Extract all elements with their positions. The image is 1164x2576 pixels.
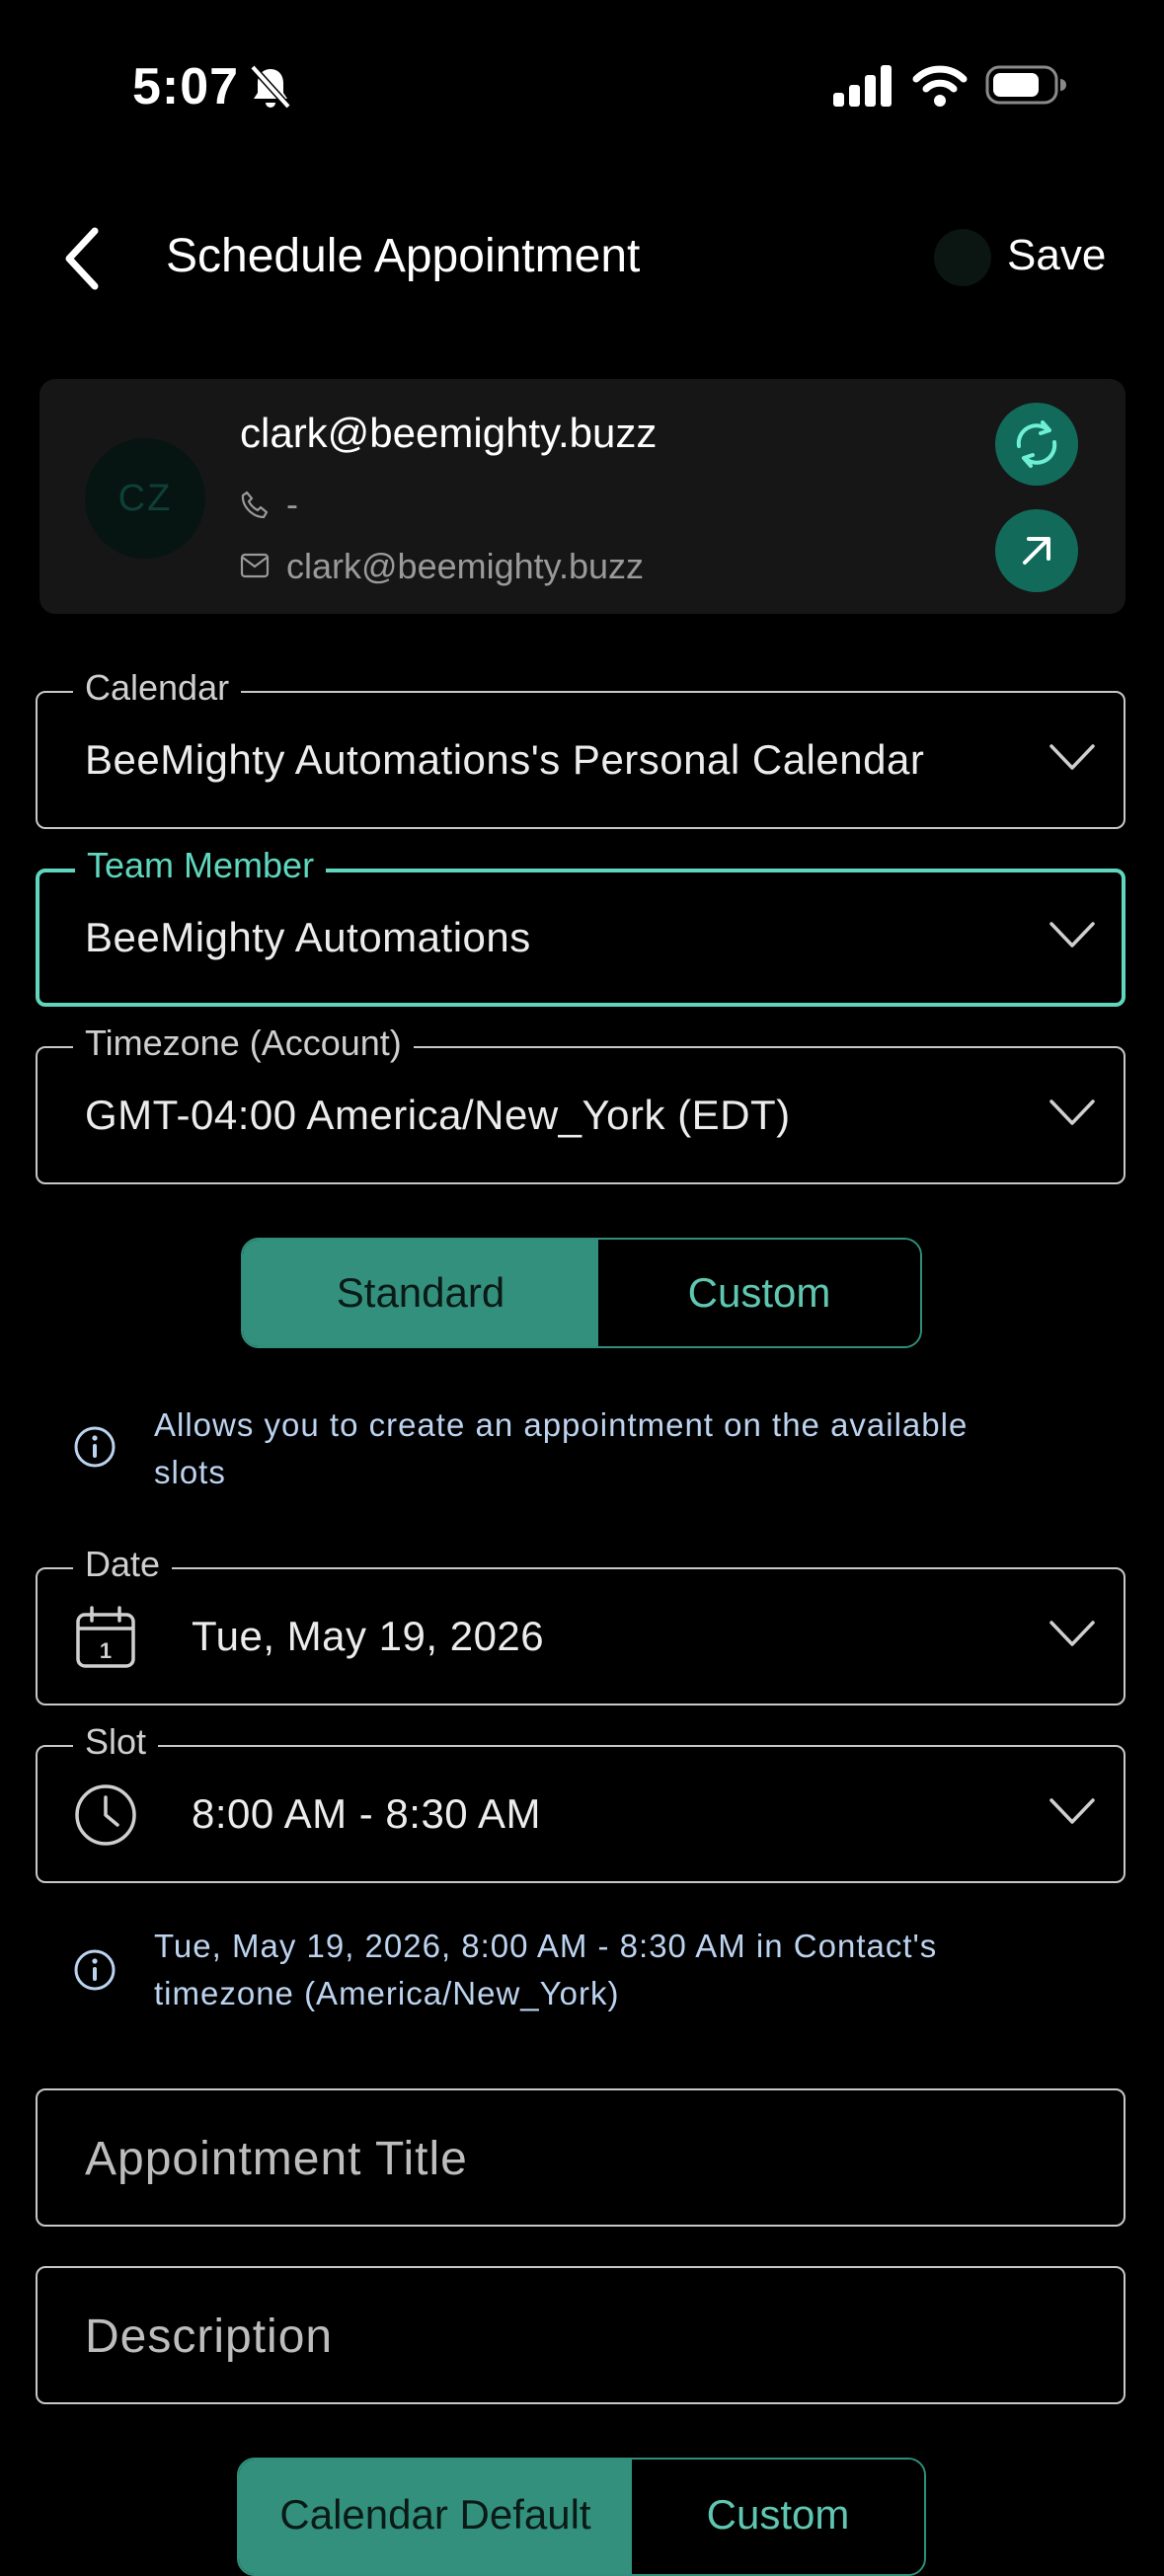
chevron-down-icon xyxy=(1049,1621,1095,1646)
contact-phone: - xyxy=(286,484,298,524)
clock-icon xyxy=(75,1784,136,1846)
team-member-label: Team Member xyxy=(75,845,327,886)
timezone-value: GMT-04:00 America/New_York (EDT) xyxy=(85,1092,791,1138)
slot-select[interactable]: Slot 8:00 AM - 8:30 AM xyxy=(36,1721,1125,1883)
chevron-down-icon xyxy=(1049,1099,1095,1125)
description-input[interactable]: Description xyxy=(36,2266,1125,2404)
chevron-left-icon xyxy=(65,227,99,290)
avatar: CZ xyxy=(85,438,205,559)
date-label: Date xyxy=(73,1544,173,1585)
contact-email: clark@beemighty.buzz xyxy=(286,546,645,586)
booking-mode-toggle: Standard Custom xyxy=(241,1238,922,1348)
wifi-icon xyxy=(912,65,968,107)
team-member-select[interactable]: Team Member BeeMighty Automations xyxy=(36,845,1125,1007)
page-title: Schedule Appointment xyxy=(166,230,641,282)
slot-info-line1: Tue, May 19, 2026, 8:00 AM - 8:30 AM in … xyxy=(154,1928,938,1964)
team-member-value: BeeMighty Automations xyxy=(85,914,531,960)
description-placeholder: Description xyxy=(85,2311,334,2363)
status-time: 5:07 xyxy=(132,58,240,115)
appointment-title-placeholder: Appointment Title xyxy=(85,2133,468,2185)
contact-name: clark@beemighty.buzz xyxy=(240,410,658,456)
timezone-label: Timezone (Account) xyxy=(73,1023,414,1064)
silent-bell-icon xyxy=(250,64,291,110)
date-value: Tue, May 19, 2026 xyxy=(192,1613,545,1659)
chevron-down-icon xyxy=(1049,922,1095,947)
open-contact-button[interactable] xyxy=(995,509,1078,592)
calendar-value: BeeMighty Automations's Personal Calenda… xyxy=(85,736,925,783)
calendar-icon-day: 1 xyxy=(100,1638,112,1663)
calendar-icon: 1 xyxy=(76,1606,135,1668)
sync-contact-button[interactable] xyxy=(995,403,1078,486)
mode-info-text: Allows you to create an appointment on t… xyxy=(154,1402,968,1496)
date-picker[interactable]: Date 1 Tue, May 19, 2026 xyxy=(36,1544,1125,1705)
slot-info-text: Tue, May 19, 2026, 8:00 AM - 8:30 AM in … xyxy=(154,1923,937,2017)
mail-icon xyxy=(240,553,270,578)
location-mode-toggle: Calendar Default Custom xyxy=(237,2458,926,2576)
info-icon xyxy=(74,1426,116,1468)
slot-info-line2: timezone (America/New_York) xyxy=(154,1975,620,2011)
refresh-icon xyxy=(1016,420,1057,468)
slot-label: Slot xyxy=(73,1721,159,1763)
phone-icon xyxy=(241,491,269,519)
calendar-label: Calendar xyxy=(73,667,242,709)
battery-icon xyxy=(985,65,1066,105)
save-toggle[interactable] xyxy=(934,229,991,286)
mode-info-line1: Allows you to create an appointment on t… xyxy=(154,1406,969,1443)
chevron-down-icon xyxy=(1049,1798,1095,1824)
mode-info-line2: slots xyxy=(154,1454,226,1490)
standard-mode-option[interactable]: Standard xyxy=(243,1240,598,1346)
info-icon xyxy=(74,1949,116,1991)
calendar-default-option[interactable]: Calendar Default xyxy=(239,2460,632,2574)
custom-mode-option[interactable]: Custom xyxy=(598,1240,920,1346)
cellular-signal-icon xyxy=(833,65,892,107)
calendar-select[interactable]: Calendar BeeMighty Automations's Persona… xyxy=(36,667,1125,829)
slot-value: 8:00 AM - 8:30 AM xyxy=(192,1790,542,1837)
arrow-up-right-icon xyxy=(1023,537,1050,565)
chevron-down-icon xyxy=(1049,744,1095,770)
back-button[interactable] xyxy=(51,219,120,298)
appointment-title-input[interactable]: Appointment Title xyxy=(36,2088,1125,2227)
timezone-select[interactable]: Timezone (Account) GMT-04:00 America/New… xyxy=(36,1023,1125,1184)
location-custom-option[interactable]: Custom xyxy=(632,2460,924,2574)
save-button[interactable]: Save xyxy=(1007,231,1106,280)
